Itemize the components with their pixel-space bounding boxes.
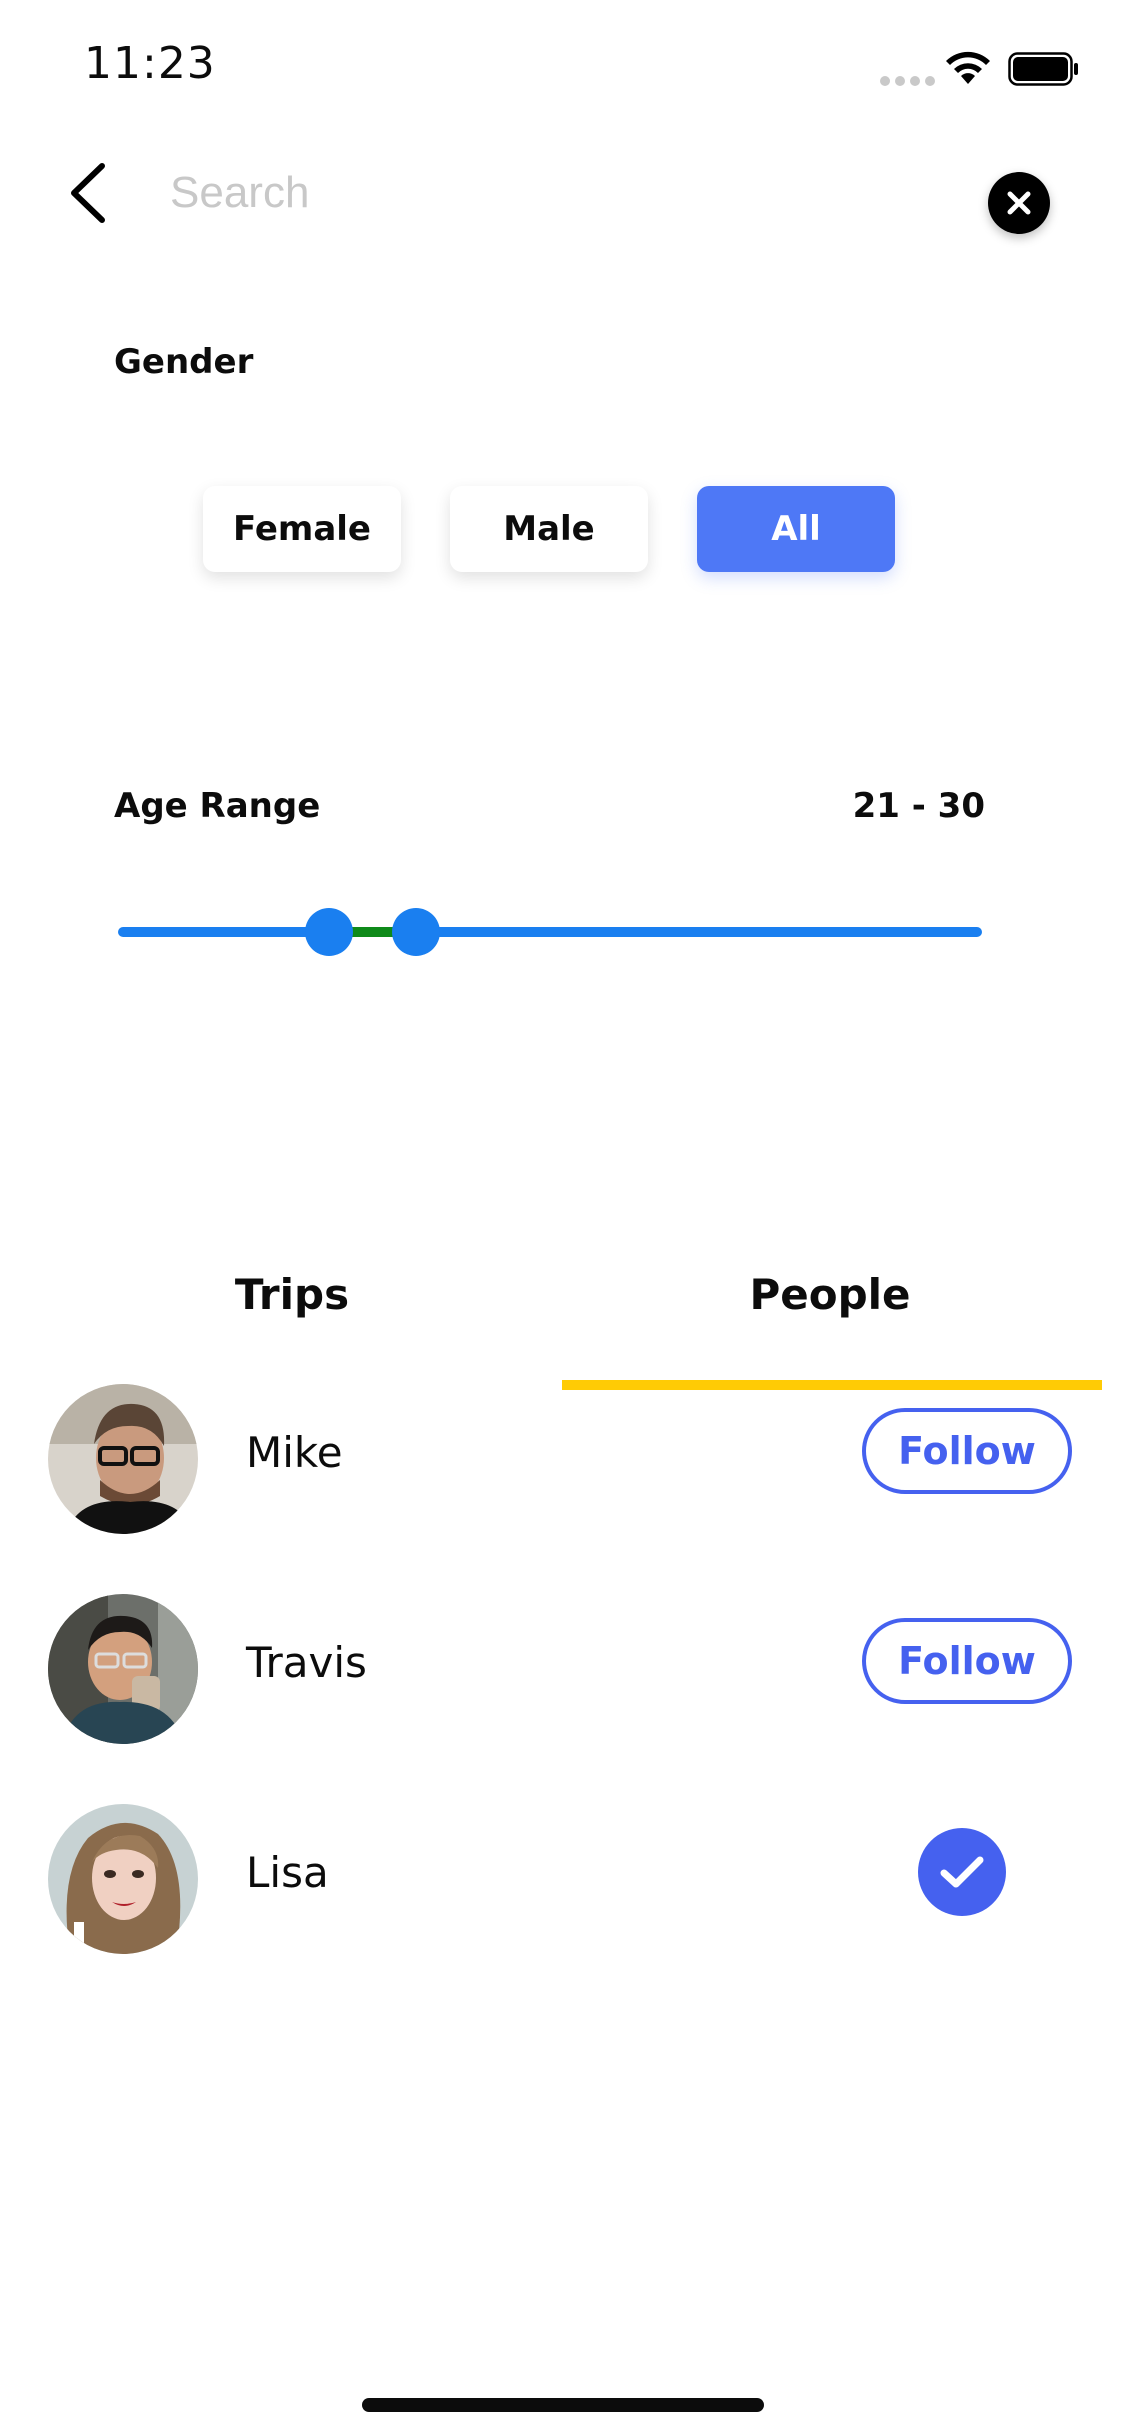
gender-male-button[interactable]: Male [450, 486, 648, 572]
person-name: Mike [246, 1428, 343, 1477]
list-item[interactable]: Lisa [0, 1798, 1125, 1958]
cellular-signal-icon [880, 76, 936, 86]
person-name: Lisa [246, 1848, 329, 1897]
age-slider-track[interactable] [118, 927, 982, 937]
tab-trips[interactable]: Trips [12, 1270, 572, 1319]
avatar [48, 1594, 198, 1744]
close-icon [1007, 191, 1031, 215]
status-time: 11:23 [84, 38, 216, 89]
gender-label: Gender [114, 342, 254, 382]
age-slider-min-thumb[interactable] [305, 908, 353, 956]
back-arrow-icon[interactable] [64, 160, 116, 226]
avatar [48, 1804, 198, 1954]
home-indicator [362, 2398, 764, 2412]
clear-search-button[interactable] [988, 172, 1050, 234]
follow-button[interactable]: Follow [862, 1408, 1072, 1494]
checkmark-icon [940, 1856, 984, 1888]
age-slider-max-thumb[interactable] [392, 908, 440, 956]
age-range-value: 21 - 30 [852, 786, 985, 826]
list-item[interactable]: Travis Follow [0, 1588, 1125, 1748]
wifi-icon [946, 51, 990, 84]
age-range-label: Age Range [114, 786, 321, 826]
search-input[interactable] [170, 160, 930, 226]
avatar [48, 1384, 198, 1534]
tab-people[interactable]: People [550, 1270, 1110, 1319]
list-item[interactable]: Mike Follow [0, 1378, 1125, 1538]
person-name: Travis [246, 1638, 367, 1687]
battery-icon [1008, 52, 1078, 86]
gender-female-button[interactable]: Female [203, 486, 401, 572]
following-check-button[interactable] [918, 1828, 1006, 1916]
follow-button[interactable]: Follow [862, 1618, 1072, 1704]
gender-all-button[interactable]: All [697, 486, 895, 572]
